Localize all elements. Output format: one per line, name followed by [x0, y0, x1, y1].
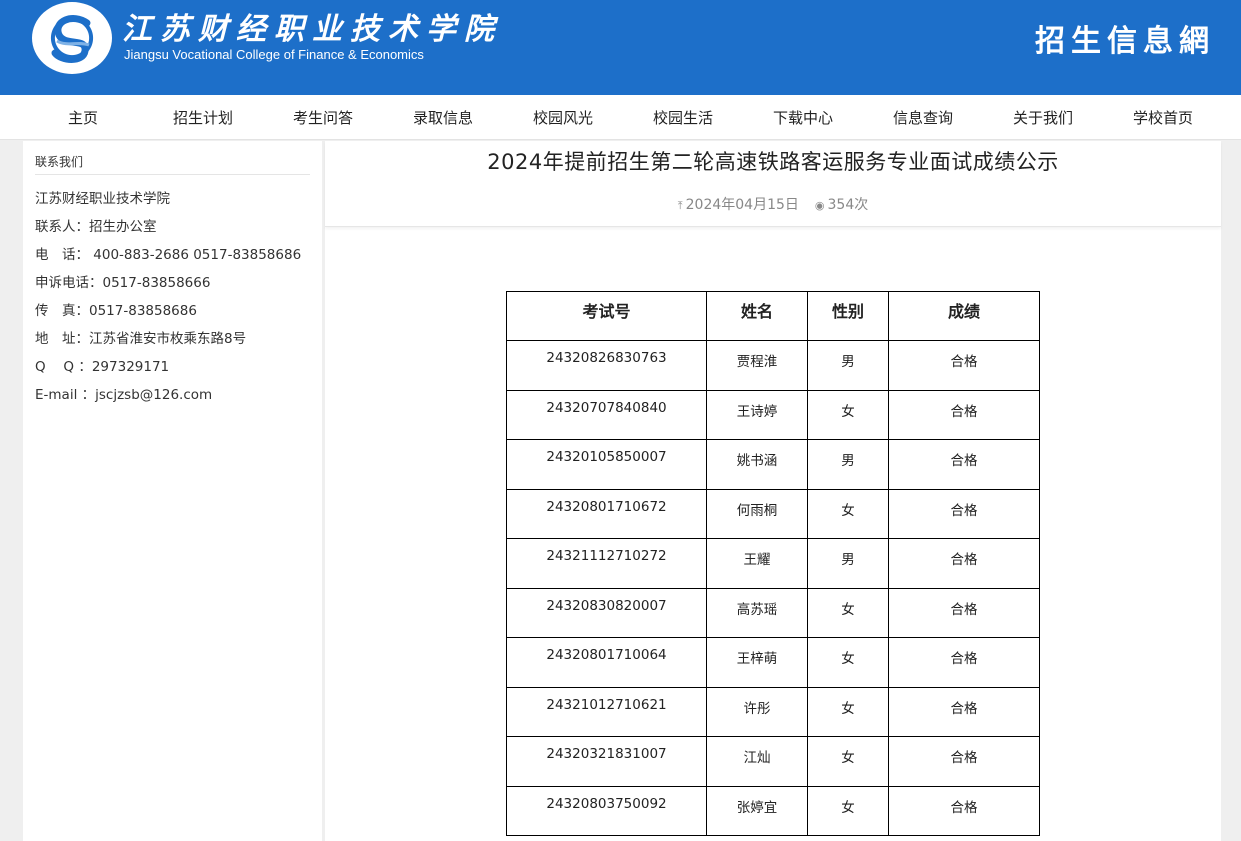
cell-exam-no: 24320801710672	[506, 488, 707, 539]
article-content: 2024年提前招生第二轮高速铁路客运服务专业面试成绩公示 ⤒ 2024年04月15…	[325, 141, 1221, 841]
header-gender: 性别	[807, 291, 889, 341]
table-row: 24320801710064 王梓萌女合格	[506, 637, 1040, 688]
cell-exam-no: 24321012710621	[506, 686, 707, 737]
pin-icon: ⤒	[677, 199, 683, 212]
cell-name: 贾程淮	[706, 340, 808, 391]
header-result: 成绩	[888, 291, 1040, 341]
cell-gender: 男	[807, 340, 889, 391]
cell-gender: 女	[807, 686, 889, 737]
cell-gender: 女	[807, 785, 889, 836]
cell-result: 合格	[888, 488, 1040, 539]
cell-result: 合格	[888, 538, 1040, 589]
sidebar-title: 联系我们	[35, 153, 310, 175]
nav-item-school-home[interactable]: 学校首页	[1103, 95, 1223, 139]
header-exam-no: 考试号	[506, 291, 707, 341]
cell-exam-no: 24320105850007	[506, 439, 707, 490]
nav-item-home[interactable]: 主页	[23, 95, 143, 139]
contact-school: 江苏财经职业技术学院	[35, 191, 170, 207]
cell-result: 合格	[888, 389, 1040, 440]
college-logo-icon[interactable]	[32, 2, 112, 74]
college-name-cn[interactable]: 江苏财经职业技术学院	[122, 4, 502, 48]
main-nav: 主页 招生计划 考生问答 录取信息 校园风光 校园生活 下载中心 信息查询 关于…	[0, 95, 1241, 140]
cell-gender: 男	[807, 439, 889, 490]
cell-result: 合格	[888, 340, 1040, 391]
cell-gender: 女	[807, 488, 889, 539]
table-row: 24320321831007 江灿女合格	[506, 736, 1040, 787]
cell-name: 江灿	[706, 736, 808, 787]
cell-result: 合格	[888, 785, 1040, 836]
contact-qq: Q Q ：297329171	[35, 359, 170, 375]
table-row: 24320801710672 何雨桐女合格	[506, 488, 1040, 539]
view-count-text: 354次	[827, 197, 869, 213]
cell-result: 合格	[888, 587, 1040, 638]
cell-result: 合格	[888, 686, 1040, 737]
cell-exam-no: 24320801710064	[506, 637, 707, 688]
nav-item-scenery[interactable]: 校园风光	[503, 95, 623, 139]
table-row: 24320826830763 贾程淮男合格	[506, 340, 1040, 391]
cell-exam-no: 24320803750092	[506, 785, 707, 836]
contact-sidebar: 联系我们 江苏财经职业技术学院 联系人：招生办公室 电 话： 400-883-2…	[23, 141, 322, 841]
table-row: 24320830820007 高苏瑶女合格	[506, 587, 1040, 638]
table-row: 24321012710621 许彤女合格	[506, 686, 1040, 737]
cell-gender: 女	[807, 736, 889, 787]
cell-result: 合格	[888, 637, 1040, 688]
contact-complaint-phone: 申诉电话：0517-83858666	[35, 275, 211, 291]
table-row: 24320105850007 姚书涵男合格	[506, 439, 1040, 490]
article-title: 2024年提前招生第二轮高速铁路客运服务专业面试成绩公示	[487, 150, 1059, 174]
cell-exam-no: 24320830820007	[506, 587, 707, 638]
eye-icon: ◉	[814, 199, 825, 212]
nav-item-qa[interactable]: 考生问答	[263, 95, 383, 139]
contact-fax: 传 真：0517-83858686	[35, 303, 197, 319]
cell-exam-no: 24321112710272	[506, 538, 707, 589]
cell-exam-no: 24320826830763	[506, 340, 707, 391]
table-row: 24320707840840 王诗婷女合格	[506, 389, 1040, 440]
cell-gender: 女	[807, 389, 889, 440]
article-meta: ⤒ 2024年04月15日 ◉ 354次	[325, 194, 1221, 214]
nav-item-about[interactable]: 关于我们	[983, 95, 1103, 139]
site-title: 招生信息網	[1035, 24, 1215, 59]
nav-item-query[interactable]: 信息查询	[863, 95, 983, 139]
nav-item-admission[interactable]: 录取信息	[383, 95, 503, 139]
cell-name: 何雨桐	[706, 488, 808, 539]
header-name: 姓名	[706, 291, 808, 341]
table-row: 24320803750092 张婷宜女合格	[506, 785, 1040, 836]
score-table: 考试号 姓名 性别 成绩 24320826830763 贾程淮男合格 243207…	[506, 291, 1040, 836]
cell-name: 王诗婷	[706, 389, 808, 440]
cell-gender: 男	[807, 538, 889, 589]
publish-date: ⤒ 2024年04月15日	[678, 194, 799, 214]
nav-item-campus-life[interactable]: 校园生活	[623, 95, 743, 139]
cell-exam-no: 24320707840840	[506, 389, 707, 440]
cell-name: 王耀	[706, 538, 808, 589]
college-name-en[interactable]: Jiangsu Vocational College of Finance & …	[124, 47, 424, 62]
cell-name: 姚书涵	[706, 439, 808, 490]
cell-name: 高苏瑶	[706, 587, 808, 638]
nav-item-downloads[interactable]: 下载中心	[743, 95, 863, 139]
contact-person: 联系人：招生办公室	[35, 219, 157, 235]
site-header: 江苏财经职业技术学院 Jiangsu Vocational College of…	[0, 0, 1241, 95]
cell-name: 王梓萌	[706, 637, 808, 688]
cell-result: 合格	[888, 439, 1040, 490]
table-header-row: 考试号 姓名 性别 成绩	[506, 291, 1040, 341]
cell-gender: 女	[807, 587, 889, 638]
contact-email[interactable]: E-mail ：jscjzsb@126.com	[35, 381, 310, 409]
contact-address: 地 址：江苏省淮安市枚乘东路8号	[35, 331, 247, 347]
cell-exam-no: 24320321831007	[506, 736, 707, 787]
contact-phone: 电 话： 400-883-2686 0517-83858686	[35, 247, 302, 263]
view-count: ◉ 354次	[815, 194, 868, 214]
table-row: 24321112710272 王耀男合格	[506, 538, 1040, 589]
nav-item-plan[interactable]: 招生计划	[143, 95, 263, 139]
cell-name: 许彤	[706, 686, 808, 737]
cell-name: 张婷宜	[706, 785, 808, 836]
cell-result: 合格	[888, 736, 1040, 787]
article-header: 2024年提前招生第二轮高速铁路客运服务专业面试成绩公示 ⤒ 2024年04月15…	[325, 141, 1221, 227]
cell-gender: 女	[807, 637, 889, 688]
publish-date-text: 2024年04月15日	[685, 197, 799, 213]
